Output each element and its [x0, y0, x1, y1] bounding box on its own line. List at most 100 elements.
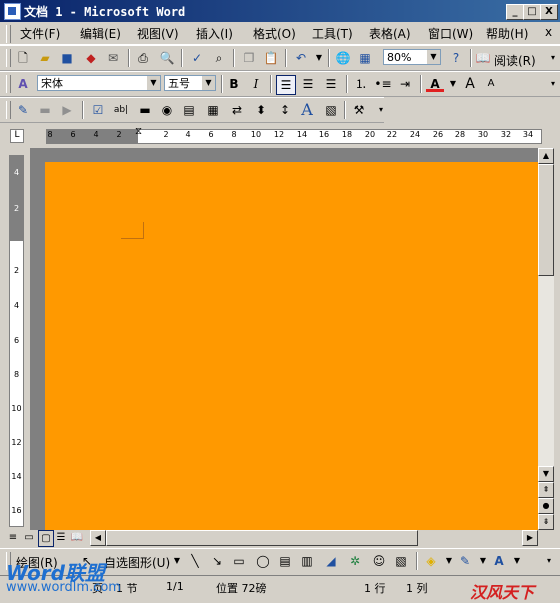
previous-page-button[interactable]: ⇞ — [538, 482, 554, 498]
rectangle-icon[interactable]: ▭ — [230, 552, 248, 570]
line-color-icon[interactable]: ✎ — [456, 552, 474, 570]
print-preview-icon[interactable]: 🔍 — [158, 49, 176, 67]
chevron-down-icon[interactable]: ▼ — [202, 76, 215, 90]
menu-tools[interactable]: 工具(T) — [312, 25, 353, 42]
select-browse-object-button[interactable]: ● — [538, 498, 554, 514]
menu-insert[interactable]: 插入(I) — [196, 25, 233, 42]
read-mode-button[interactable]: 阅读(R) — [494, 52, 536, 69]
menu-grip[interactable] — [6, 25, 11, 43]
align-left-icon[interactable]: ☰ — [276, 75, 296, 95]
shrink-font-button[interactable]: A — [482, 75, 500, 93]
vertical-scrollbar[interactable]: ▲ ▼ ⇞ ● ⇟ — [538, 148, 554, 530]
scroll-bar-icon[interactable]: ↕ — [276, 101, 294, 119]
vertical-ruler[interactable]: 4 2 2 4 6 8 10 12 14 16 — [9, 155, 24, 527]
horizontal-scroll-thumb[interactable] — [106, 530, 418, 546]
styles-icon[interactable]: A — [14, 75, 32, 93]
insert-frame-icon[interactable]: ▬ — [36, 101, 54, 119]
new-document-icon[interactable]: 🗋 — [14, 49, 32, 67]
close-button[interactable]: X — [540, 4, 558, 20]
horizontal-ruler[interactable]: L ⧖ 8 6 4 2 2 4 6 8 10 12 14 16 18 20 22… — [0, 123, 560, 148]
checkbox-icon[interactable]: ☑ — [89, 101, 107, 119]
wordart-icon[interactable]: ◢ — [322, 552, 340, 570]
numbering-icon[interactable]: ⒈ — [352, 75, 370, 93]
toolbar-options-icon[interactable]: ▾ — [372, 101, 390, 119]
diagram-icon[interactable]: ✲ — [346, 552, 364, 570]
toggle-icon[interactable]: ⇄ — [228, 101, 246, 119]
combo-box-icon[interactable]: ▦ — [204, 101, 222, 119]
email-icon[interactable]: ✉ — [104, 49, 122, 67]
font-select[interactable]: 宋体 ▼ — [37, 75, 161, 91]
scroll-left-button[interactable]: ◀ — [90, 530, 106, 546]
align-center-icon[interactable]: ☰ — [299, 75, 317, 93]
close-document-button[interactable]: x — [545, 25, 552, 39]
maximize-button[interactable]: □ — [523, 4, 541, 20]
autoshapes-dropdown-icon[interactable]: ▼ — [168, 552, 186, 570]
research-icon[interactable]: ⌕ — [210, 49, 228, 67]
image-control-icon[interactable]: ▧ — [322, 101, 340, 119]
print-layout-view-icon[interactable]: ▢ — [38, 530, 54, 547]
document-page[interactable] — [45, 162, 538, 530]
tools-icon[interactable]: ⚒ — [350, 101, 368, 119]
toolbar-grip[interactable] — [6, 49, 11, 67]
oval-icon[interactable]: ◯ — [254, 552, 272, 570]
font-color-dropdown-icon[interactable]: ▼ — [444, 75, 462, 93]
scroll-right-button[interactable]: ▶ — [522, 530, 538, 546]
permission-icon[interactable]: ◆ — [82, 49, 100, 67]
vertical-text-box-icon[interactable]: ▥ — [298, 552, 316, 570]
menu-help[interactable]: 帮助(H) — [486, 25, 528, 42]
hyperlink-icon[interactable]: 🌐 — [334, 49, 352, 67]
chevron-down-icon[interactable]: ▼ — [147, 76, 160, 90]
menu-table[interactable]: 表格(A) — [369, 25, 411, 42]
line-icon[interactable]: ╲ — [186, 552, 204, 570]
toolbar-options-icon[interactable]: ▾ — [544, 49, 560, 67]
outline-view-icon[interactable]: ☰ — [54, 530, 68, 545]
next-page-button[interactable]: ⇟ — [538, 514, 554, 530]
paste-icon[interactable]: 📋 — [262, 49, 280, 67]
clip-art-icon[interactable]: ☺ — [370, 552, 388, 570]
toolbar-options-icon[interactable]: ▾ — [540, 552, 558, 570]
chevron-down-icon[interactable]: ▼ — [427, 50, 440, 64]
bold-button[interactable]: B — [225, 75, 243, 93]
text-box-icon[interactable]: ▤ — [276, 552, 294, 570]
increase-indent-icon[interactable]: ⇥ — [396, 75, 414, 93]
italic-button[interactable]: I — [247, 75, 265, 93]
scroll-up-button[interactable]: ▲ — [538, 148, 554, 164]
spelling-icon[interactable]: ✓ — [188, 49, 206, 67]
open-folder-icon[interactable]: ▰ — [36, 49, 54, 67]
align-right-icon[interactable]: ☰ — [322, 75, 340, 93]
spin-button-icon[interactable]: ⬍ — [252, 101, 270, 119]
list-box-icon[interactable]: ▤ — [180, 101, 198, 119]
bullets-icon[interactable]: •≡ — [374, 75, 392, 93]
arrow-icon[interactable]: ↘ — [208, 552, 226, 570]
toolbar-grip[interactable] — [6, 101, 11, 119]
menu-window[interactable]: 窗口(W) — [428, 25, 473, 42]
word-doc-icon[interactable] — [4, 3, 21, 20]
menu-format[interactable]: 格式(O) — [253, 25, 296, 42]
help-icon[interactable]: ? — [447, 49, 465, 67]
web-view-icon[interactable]: ▭ — [22, 530, 36, 545]
undo-dropdown-icon[interactable]: ▼ — [310, 49, 328, 67]
minimize-button[interactable]: _ — [506, 4, 524, 20]
save-icon[interactable]: ■ — [58, 49, 76, 67]
font-size-select[interactable]: 五号 ▼ — [164, 75, 216, 91]
undo-icon[interactable]: ↶ — [292, 49, 310, 67]
scroll-thumb[interactable] — [538, 164, 554, 276]
insert-table-icon[interactable]: ▦ — [356, 49, 374, 67]
indent-marker-icon[interactable]: ⧖ — [135, 126, 142, 137]
menu-view[interactable]: 视图(V) — [137, 25, 179, 42]
toolbar-options-icon[interactable]: ▾ — [544, 75, 560, 93]
tab-selector[interactable]: L — [10, 129, 24, 143]
toolbar-grip[interactable] — [6, 75, 11, 93]
picture-icon[interactable]: ▧ — [392, 552, 410, 570]
drop-down-field-icon[interactable]: ▬ — [136, 101, 154, 119]
menu-edit[interactable]: 编辑(E) — [80, 25, 121, 42]
font-color-drawing-button[interactable]: A — [490, 552, 508, 570]
zoom-select[interactable]: 80% ▼ — [383, 49, 441, 65]
font-color-button[interactable]: A — [426, 75, 444, 92]
label-control-button[interactable]: A — [298, 101, 316, 119]
scroll-down-button[interactable]: ▼ — [538, 466, 554, 482]
draw-table-icon[interactable]: ✎ — [14, 101, 32, 119]
reading-view-icon[interactable]: 📖 — [70, 530, 84, 545]
menu-file[interactable]: 文件(F) — [20, 25, 60, 42]
font-color-drawing-dropdown-icon[interactable]: ▼ — [508, 552, 526, 570]
